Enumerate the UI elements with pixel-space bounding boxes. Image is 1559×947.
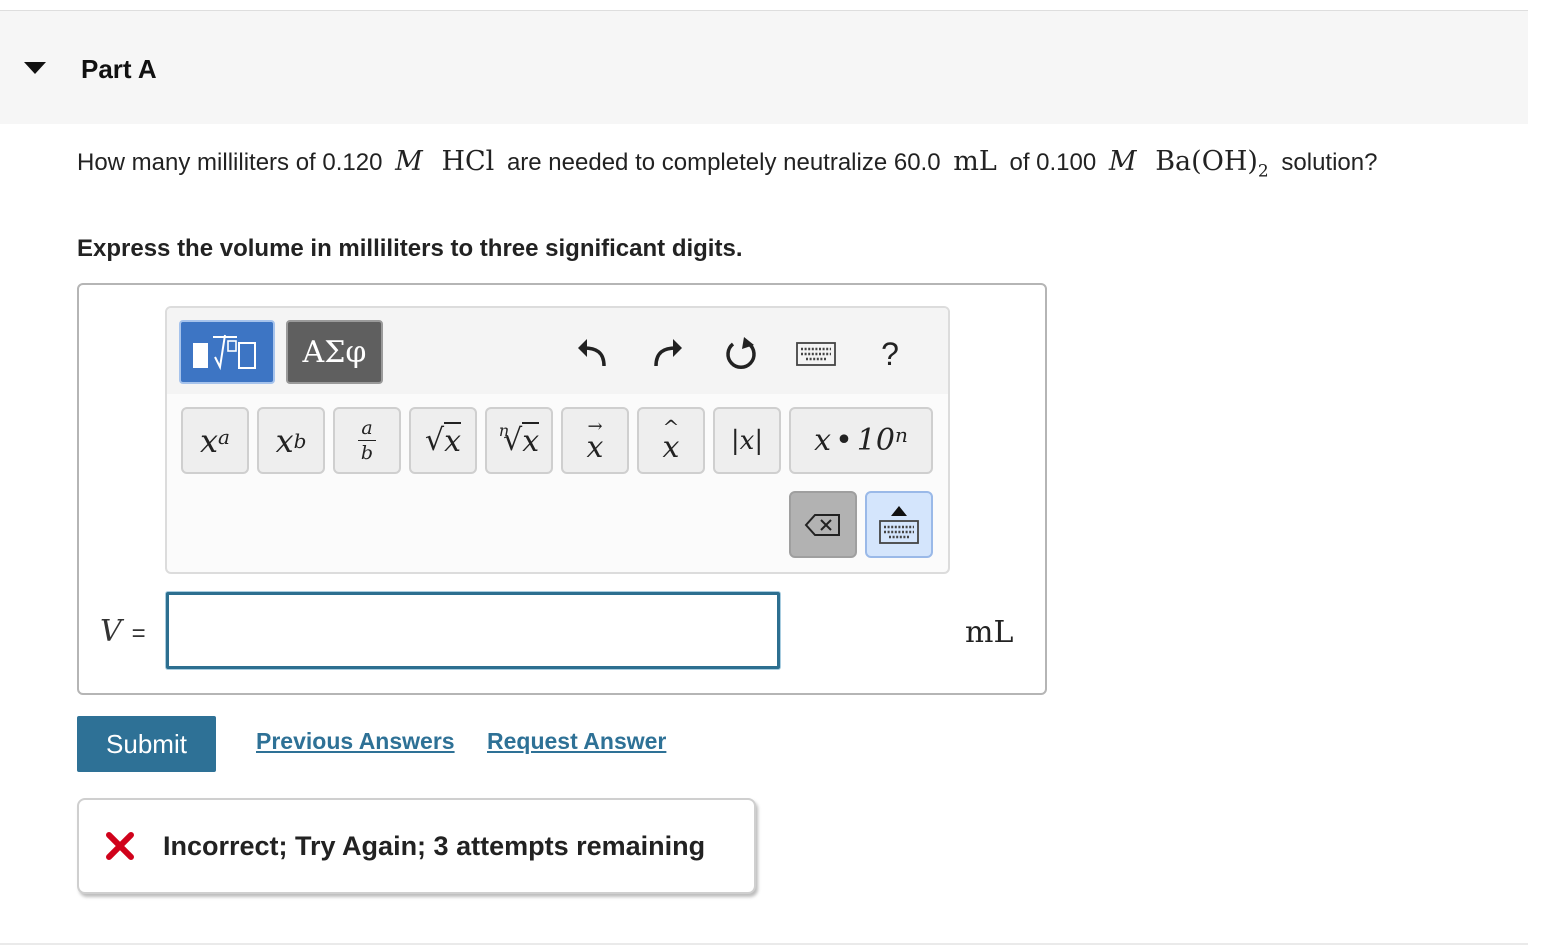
superscript-key-base: x [200, 421, 219, 460]
nth-root-idx: n [498, 421, 510, 440]
question-text: How many milliliters of 0.120 M HCl are … [77, 146, 1377, 181]
error-x-icon [105, 831, 135, 861]
feedback-message: Incorrect; Try Again; 3 attempts remaini… [163, 830, 706, 861]
nth-root-key[interactable]: n √ x [485, 407, 553, 474]
answer-input[interactable] [166, 592, 780, 669]
unit-ml: mL [953, 146, 997, 177]
backspace-icon [804, 513, 840, 536]
molarity-symbol-1: M [395, 146, 423, 177]
help-button[interactable]: ? [872, 334, 908, 374]
nth-root-arg: x [522, 422, 540, 459]
sci-dot: • [835, 423, 853, 458]
square-root-arg: x [444, 422, 462, 459]
undo-icon[interactable] [572, 334, 612, 374]
subscript-key-base: x [275, 421, 294, 460]
subscript-key[interactable]: xb [257, 407, 325, 474]
templates-button[interactable] [179, 320, 275, 384]
chevron-up-icon [891, 505, 907, 516]
keyboard-icon[interactable] [794, 334, 838, 374]
molarity-symbol-2: M [1108, 146, 1137, 177]
formula-baoh-base: Ba(OH) [1155, 146, 1258, 177]
absolute-value-key[interactable]: |x| [713, 407, 781, 474]
unit-label: mL [965, 615, 1014, 650]
variable-symbol: V [100, 614, 122, 649]
formula-baoh2: Ba(OH)2 [1155, 146, 1269, 181]
superscript-key[interactable]: xa [181, 407, 249, 474]
backspace-button[interactable] [789, 491, 857, 558]
fraction-key-den: b [360, 442, 374, 465]
keyboard-toggle-button[interactable] [865, 491, 933, 558]
absolute-value-label: |x| [730, 425, 764, 456]
reset-icon[interactable] [721, 334, 761, 374]
question-text-4: solution? [1281, 149, 1378, 176]
subscript-key-idx: b [293, 428, 307, 453]
redo-icon[interactable] [648, 334, 688, 374]
square-root-key[interactable]: √ x [409, 407, 477, 474]
part-title: Part A [81, 54, 157, 84]
sci-x: x [814, 423, 832, 458]
templates-icon [193, 334, 256, 371]
instruction-text: Express the volume in milliliters to thr… [77, 235, 743, 262]
fraction-key[interactable]: a b [333, 407, 401, 474]
vector-key[interactable]: → x [561, 407, 629, 474]
part-header[interactable]: Part A [0, 11, 1528, 124]
formula-baoh-subscript: 2 [1257, 161, 1269, 182]
request-answer-link[interactable]: Request Answer [487, 728, 666, 755]
superscript-key-exp: a [218, 424, 230, 449]
previous-answers-link[interactable]: Previous Answers [256, 728, 455, 755]
question-text-3: of 0.100 [1009, 149, 1097, 176]
hat-arg: x [662, 429, 680, 465]
variable-label: V = [100, 614, 146, 649]
square-root-sym: √ [424, 423, 445, 458]
collapse-caret-icon[interactable] [24, 62, 46, 74]
question-text-1: How many milliliters of 0.120 [77, 149, 383, 176]
scientific-notation-key[interactable]: x • 10 n [789, 407, 933, 474]
fraction-bar [358, 439, 376, 442]
submit-button[interactable]: Submit [77, 716, 216, 772]
greek-symbols-button[interactable]: ΑΣφ [286, 320, 383, 384]
feedback-box: Incorrect; Try Again; 3 attempts remaini… [77, 798, 756, 894]
fraction-key-num: a [361, 416, 373, 439]
question-text-2: are needed to completely neutralize 60.0 [506, 149, 941, 176]
bottom-divider [0, 943, 1528, 945]
sci-exp: n [894, 422, 908, 447]
sci-ten: 10 [856, 423, 895, 458]
formula-hcl: HCl [441, 146, 495, 177]
keyboard-toggle-icon [879, 519, 919, 544]
vector-arg: x [586, 429, 604, 465]
equals-sign: = [131, 620, 146, 647]
hat-key[interactable]: ^ x [637, 407, 705, 474]
